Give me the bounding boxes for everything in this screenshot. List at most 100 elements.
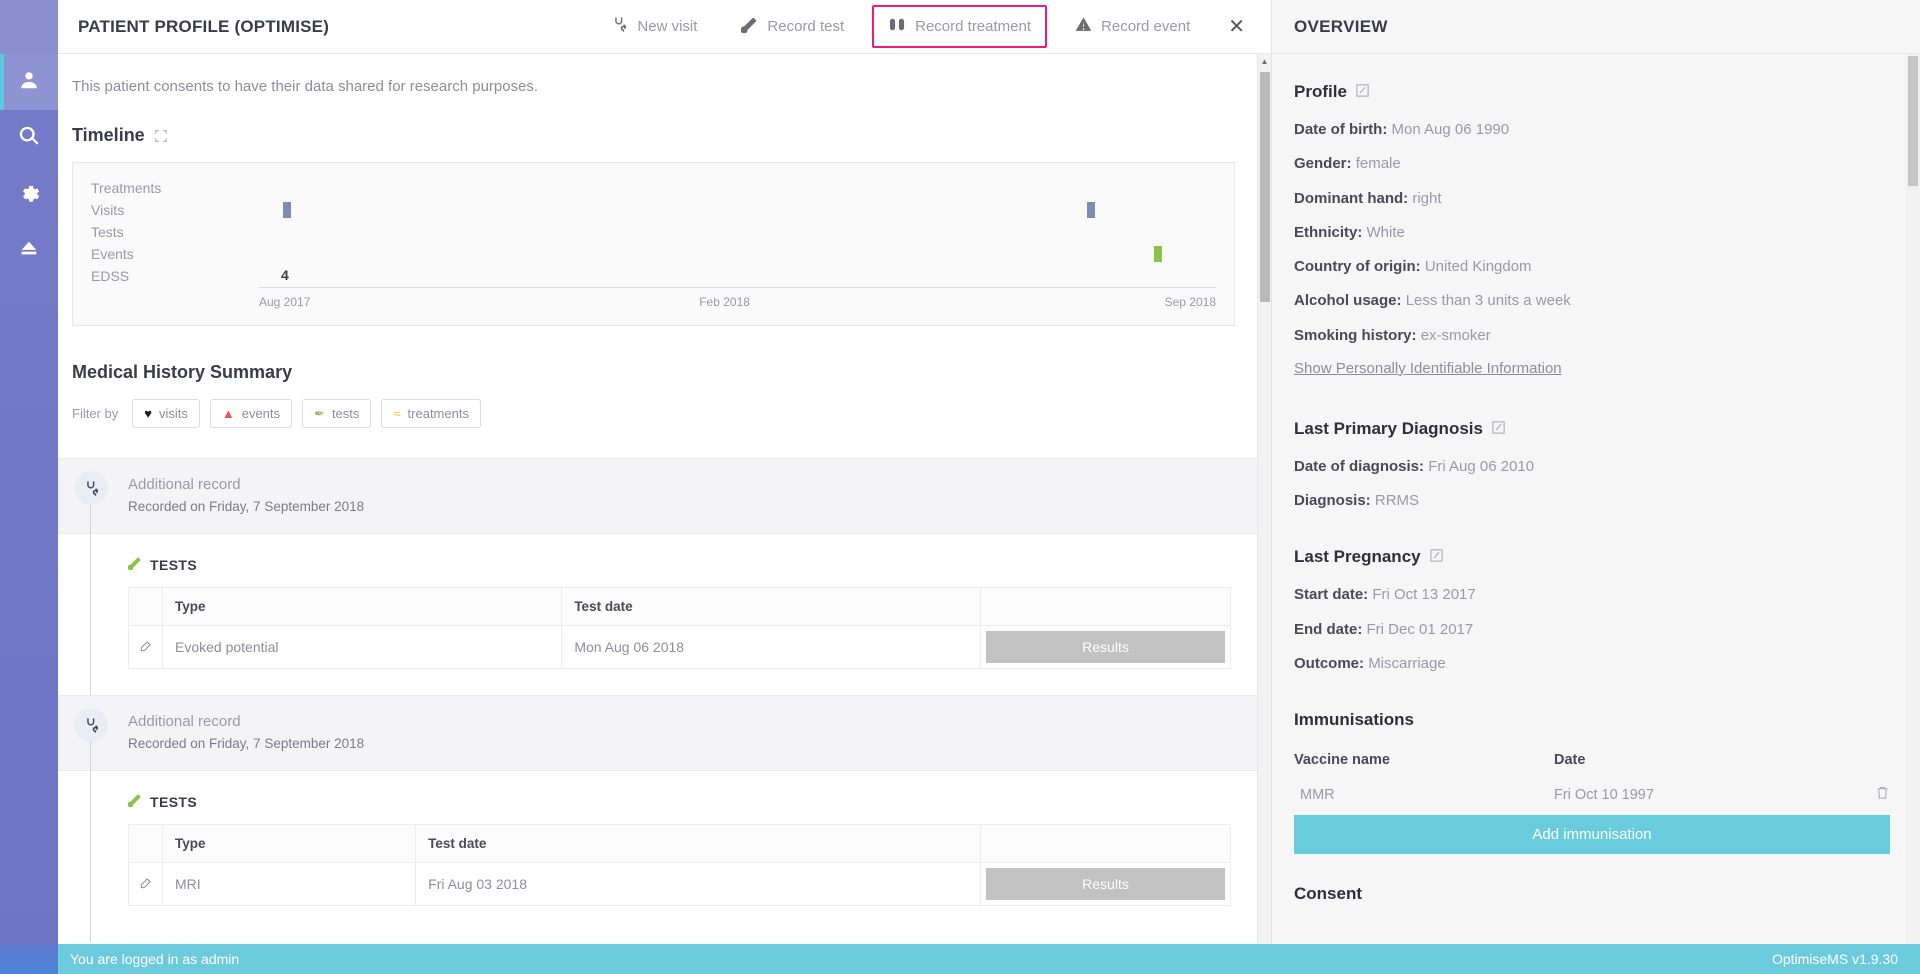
edit-icon[interactable]: [1491, 420, 1506, 438]
timeline-marker-visit[interactable]: [1086, 202, 1095, 218]
filter-chip-visits[interactable]: ♥ visits: [132, 399, 200, 428]
record-event-button[interactable]: Record event: [1059, 5, 1206, 48]
field-value: ex-smoker: [1420, 326, 1491, 344]
expand-icon[interactable]: [154, 129, 168, 143]
filter-chip-events[interactable]: ▲ events: [209, 399, 293, 428]
filter-chip-treatments[interactable]: ≈ treatments: [381, 399, 481, 428]
center-scrollbar[interactable]: ▲ ▼: [1257, 54, 1271, 974]
search-icon: [18, 125, 40, 152]
sidebar-item-patient[interactable]: [0, 54, 58, 110]
timeline-row-edss: EDSS 4: [91, 265, 1216, 287]
edit-row-button[interactable]: [128, 862, 163, 906]
timeline-track: 4: [259, 265, 1216, 287]
record-body: TESTS Type Test date: [58, 771, 1271, 932]
new-visit-label: New visit: [637, 18, 698, 35]
timeline-track: [259, 221, 1216, 243]
record-spine: [90, 504, 91, 705]
field-value: Mon Aug 06 1990: [1391, 121, 1510, 138]
th-type: Type: [161, 587, 563, 626]
sidebar-item-settings[interactable]: [0, 166, 58, 222]
record-spine: [90, 741, 91, 942]
diagnosis-field-date: Date of diagnosis: Fri Aug 06 2010: [1294, 457, 1890, 477]
timeline-heading: Timeline: [72, 125, 1235, 146]
record-treatment-button[interactable]: Record treatment: [872, 5, 1048, 48]
filter-chip-label: treatments: [407, 406, 469, 421]
overview-panel: OVERVIEW Profile Date of birth: Mon Aug …: [1272, 0, 1920, 974]
field-value: Fri Oct 13 2017: [1372, 586, 1476, 604]
scroll-up-icon[interactable]: ▲: [1258, 54, 1271, 68]
table-header-row: Type Test date: [128, 587, 1231, 626]
show-pii-link[interactable]: Show Personally Identifiable Information: [1294, 360, 1562, 377]
timeline-row-label: Tests: [91, 224, 124, 240]
cell-type: MRI: [161, 862, 417, 906]
records-list: Additional record Recorded on Friday, 7 …: [58, 458, 1271, 942]
stethoscope-icon: [74, 471, 108, 505]
record-header[interactable]: Additional record Recorded on Friday, 7 …: [58, 458, 1271, 534]
profile-field-dominant-hand: Dominant hand: right: [1294, 189, 1890, 209]
timeline-row-tests: Tests: [91, 221, 1216, 243]
pregnancy-heading: Last Pregnancy: [1294, 547, 1890, 567]
consent-note: This patient consents to have their data…: [72, 78, 539, 95]
axis-tick: Sep 2018: [1164, 295, 1216, 309]
filter-chip-tests[interactable]: ✒ tests: [302, 399, 372, 428]
edit-icon[interactable]: [1429, 548, 1444, 566]
timeline-marker-visit[interactable]: [282, 202, 291, 218]
record-title: Additional record: [128, 713, 241, 730]
results-button[interactable]: Results: [986, 868, 1225, 900]
table-row: Evoked potential Mon Aug 06 2018 Results: [128, 625, 1231, 669]
warning-icon: [1075, 16, 1092, 37]
filter-label: Filter by: [72, 406, 119, 421]
consent-heading: Consent: [1294, 884, 1362, 903]
cell-type: Evoked potential: [161, 625, 563, 669]
close-icon[interactable]: ✕: [1212, 6, 1261, 47]
th-actions: [980, 824, 1231, 863]
page-title: PATIENT PROFILE (OPTIMISE): [78, 16, 330, 36]
cell-vaccine-date: Fri Oct 10 1997: [1554, 786, 1654, 803]
edit-row-button[interactable]: [128, 625, 163, 669]
test-tube-icon: [740, 16, 758, 37]
pills-icon: ≈: [393, 406, 401, 421]
overview-scrollbar[interactable]: [1906, 54, 1920, 974]
field-key: End date:: [1294, 620, 1363, 638]
new-visit-button[interactable]: New visit: [595, 5, 713, 48]
immunisations-heading-text: Immunisations: [1294, 710, 1414, 729]
filter-bar: Filter by ♥ visits ▲ events ✒ tests ≈ tr…: [72, 399, 1235, 428]
timeline-row-label: Events: [91, 246, 134, 262]
field-key: Date of birth:: [1294, 121, 1388, 138]
sidebar-item-logout[interactable]: [0, 222, 58, 278]
results-button[interactable]: Results: [986, 631, 1225, 663]
profile-field-smoking: Smoking history: ex-smoker: [1294, 326, 1890, 346]
scrollbar-thumb[interactable]: [1260, 72, 1270, 302]
edit-icon[interactable]: [1355, 83, 1370, 101]
record-test-button[interactable]: Record test: [725, 5, 860, 48]
app-version-text: OptimiseMS v1.9.30: [1771, 951, 1898, 967]
field-key: Ethnicity:: [1294, 223, 1363, 241]
stethoscope-icon: [74, 708, 108, 742]
heart-icon: ♥: [144, 406, 152, 421]
record-header[interactable]: Additional record Recorded on Friday, 7 …: [58, 695, 1271, 771]
timeline-marker-event[interactable]: [1153, 246, 1162, 262]
field-key: Date of diagnosis:: [1294, 457, 1425, 475]
pregnancy-field-outcome: Outcome: Miscarriage: [1294, 654, 1890, 674]
profile-heading: Profile: [1294, 82, 1890, 102]
cell-actions: Results: [980, 862, 1231, 906]
toolbar-actions: New visit Record test Record treatment R…: [589, 0, 1271, 54]
field-value: White: [1366, 223, 1405, 241]
patient-profile-toolbar: PATIENT PROFILE (OPTIMISE) New visit Rec…: [58, 0, 1271, 54]
timeline-chart[interactable]: Treatments Visits Tests Events EDSS 4 Au…: [72, 162, 1235, 326]
delete-immunisation-button[interactable]: [1860, 784, 1890, 805]
immunisation-row: MMR Fri Oct 10 1997: [1294, 784, 1890, 813]
timeline-row-label: EDSS: [91, 268, 130, 284]
scrollbar-thumb[interactable]: [1908, 56, 1918, 186]
field-value: right: [1412, 189, 1442, 207]
timeline-row-treatments: Treatments: [91, 177, 1216, 199]
timeline-edss-value: 4: [281, 267, 289, 283]
overview-title: OVERVIEW: [1294, 16, 1388, 36]
add-immunisation-button[interactable]: Add immunisation: [1294, 815, 1890, 854]
cell-test-date: Mon Aug 06 2018: [561, 625, 981, 669]
timeline-track: [259, 199, 1216, 221]
sidebar-item-search[interactable]: [0, 110, 58, 166]
left-nav-rail: [0, 0, 58, 974]
th-test-date: Test date: [561, 587, 981, 626]
immunisations-table-header: Vaccine name Date: [1294, 752, 1890, 768]
